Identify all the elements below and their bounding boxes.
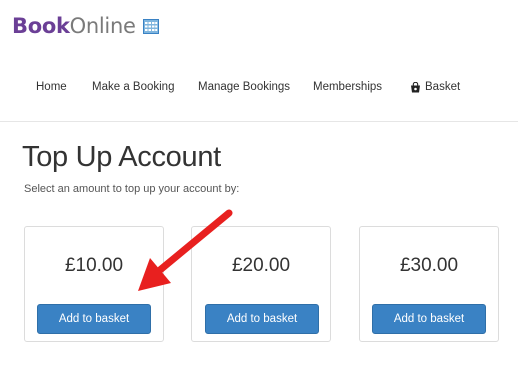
nav-item-make-a-booking[interactable]: Make a Booking [92,78,174,96]
logo-online-text: Online [69,14,136,38]
nav-item-basket[interactable]: Basket [410,78,460,96]
add-to-basket-button[interactable]: Add to basket [372,304,486,334]
top-up-card-20: £20.00 Add to basket [191,226,331,342]
basket-icon [411,81,420,92]
main-nav: Home Make a Booking Manage Bookings Memb… [0,78,518,98]
page-title: Top Up Account [22,141,221,173]
logo-book-text: Book [12,14,70,38]
top-up-amount: £30.00 [399,255,459,276]
nav-basket-label: Basket [425,81,461,93]
top-up-card-30: £30.00 Add to basket [359,226,499,342]
add-to-basket-button[interactable]: Add to basket [37,304,151,334]
add-to-basket-button[interactable]: Add to basket [205,304,319,334]
logo-text: BookOnline [12,14,136,38]
top-up-amount: £10.00 [64,255,124,276]
top-up-amount: £20.00 [231,255,291,276]
page-subtitle: Select an amount to top up your account … [24,183,240,195]
calendar-icon [142,18,159,34]
nav-item-home[interactable]: Home [36,78,67,96]
nav-item-memberships[interactable]: Memberships [313,78,382,96]
nav-item-manage-bookings[interactable]: Manage Bookings [198,78,290,96]
logo[interactable]: BookOnline [12,12,159,40]
top-up-card-10: £10.00 Add to basket [24,226,164,342]
header-divider [0,121,518,122]
